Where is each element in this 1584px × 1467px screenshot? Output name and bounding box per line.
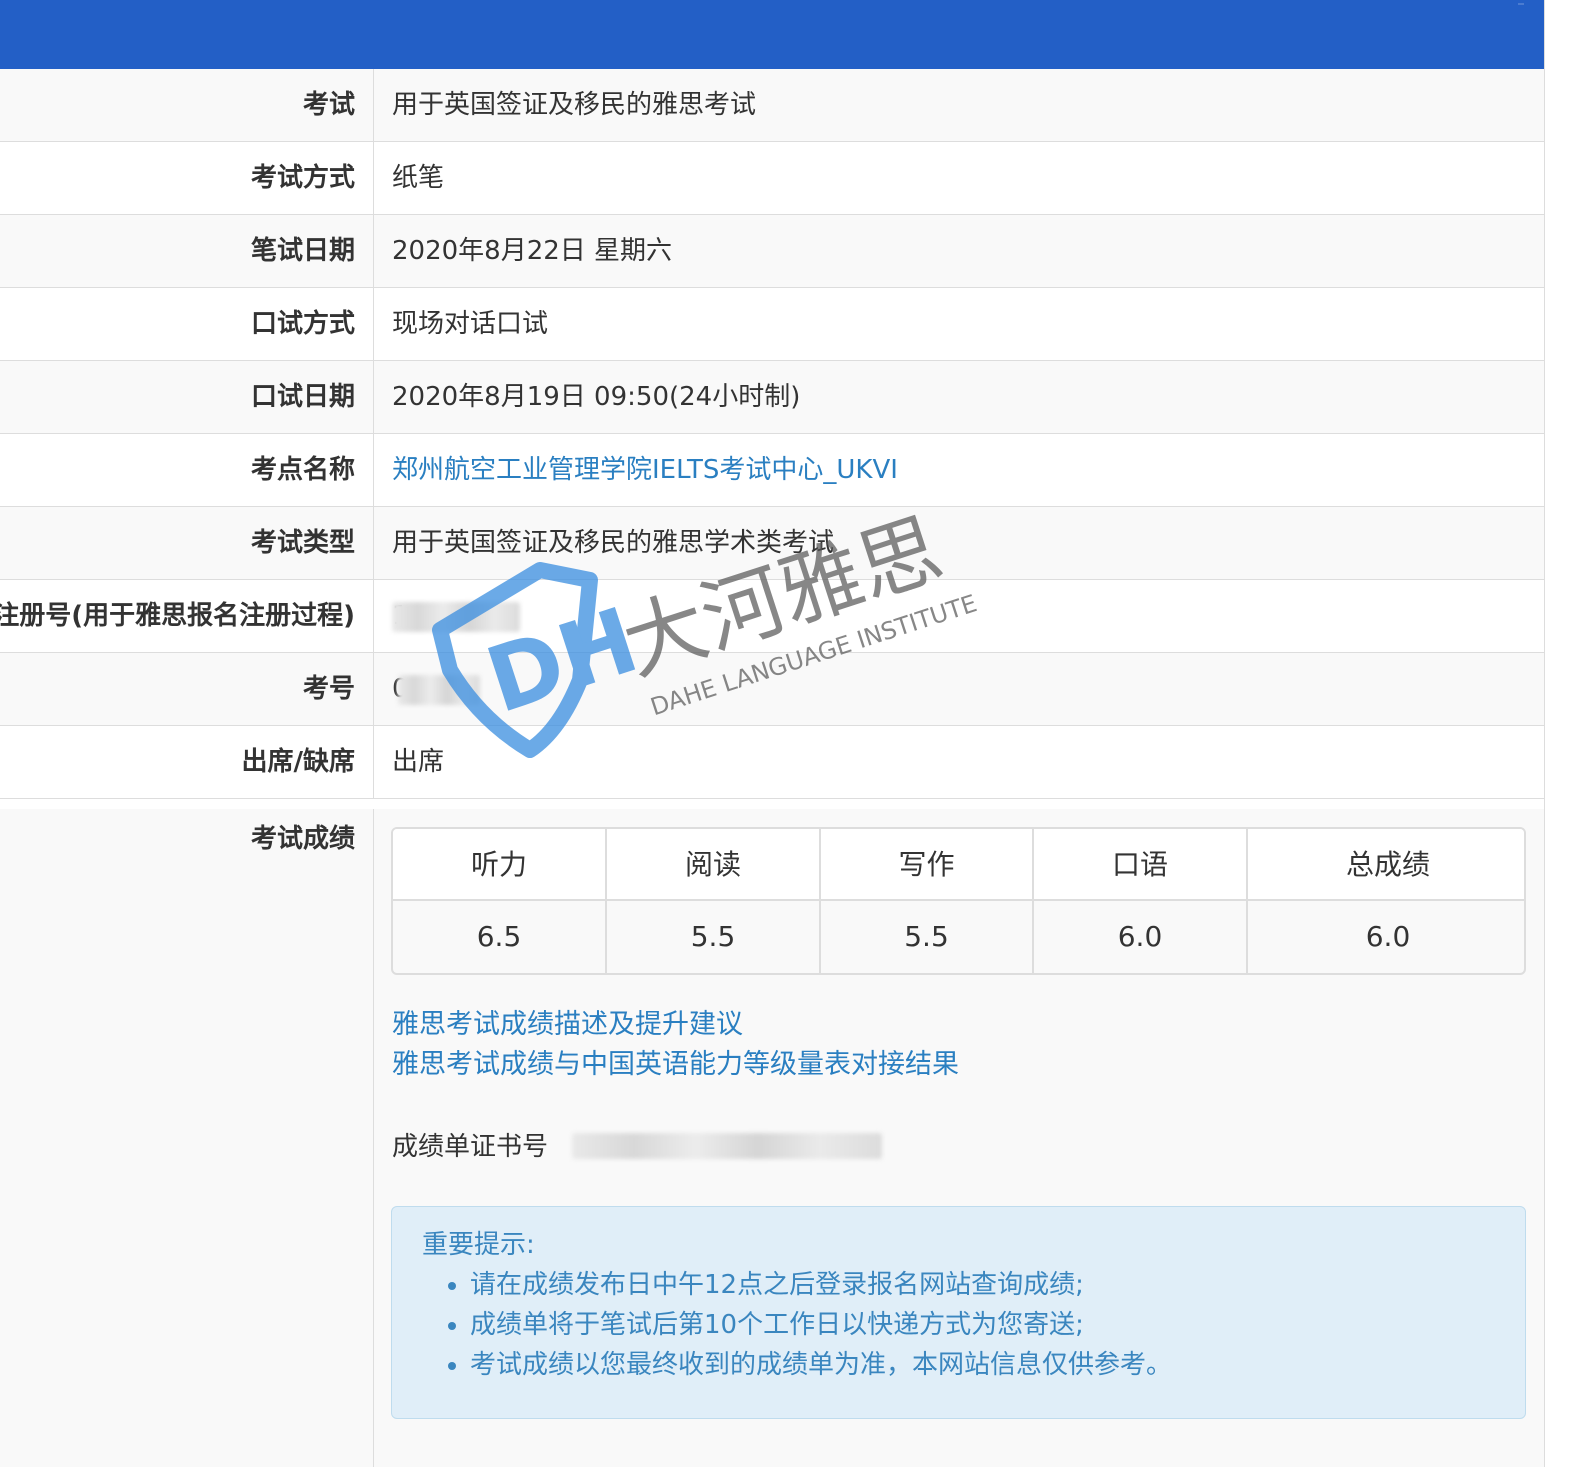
row-label: 口试日期 [0, 361, 374, 433]
row-label: 口试方式 [0, 288, 374, 360]
row-exam: 考试 用于英国签证及移民的雅思考试 [0, 69, 1544, 142]
scores-label: 考试成绩 [0, 809, 374, 1467]
row-value: 用于英国签证及移民的雅思考试 [392, 90, 757, 120]
row-label: 考号 [0, 653, 374, 725]
row-speaking-date: 口试日期 2020年8月19日 09:50(24小时制) [0, 361, 1544, 434]
row-value: 出席 [392, 747, 445, 777]
redacted-value [392, 602, 520, 632]
notice-item: 请在成绩发布日中午12点之后登录报名网站查询成绩; [470, 1265, 1172, 1305]
score-table: 听力 阅读 写作 口语 总成绩 6.5 5.5 5.5 6.0 6.0 [391, 827, 1526, 975]
score-writing: 5.5 [821, 901, 1034, 973]
redacted-certificate-number [572, 1133, 882, 1159]
test-centre-link[interactable]: 郑州航空工业管理学院IELTS考试中心_UKVI [392, 434, 898, 506]
row-scores: 考试成绩 听力 阅读 写作 口语 总成绩 6.5 5.5 5.5 6.0 6.0… [0, 809, 1544, 1467]
score-listening: 6.5 [393, 901, 607, 973]
row-label: 考试方式 [0, 142, 374, 214]
row-label: 考试 [0, 69, 374, 141]
score-table-header: 听力 阅读 写作 口语 总成绩 [393, 829, 1524, 901]
cse-alignment-link[interactable]: 雅思考试成绩与中国英语能力等级量表对接结果 [392, 1045, 959, 1085]
certificate-label: 成绩单证书号 [392, 1132, 549, 1162]
row-value: 2020年8月19日 09:50(24小时制) [392, 382, 801, 412]
certificate-number: 成绩单证书号 [392, 1127, 882, 1167]
important-notice: 重要提示: 请在成绩发布日中午12点之后登录报名网站查询成绩; 成绩单将于笔试后… [391, 1206, 1526, 1419]
result-links: 雅思考试成绩描述及提升建议 雅思考试成绩与中国英语能力等级量表对接结果 [392, 1005, 959, 1085]
row-candidate-number: 考号 0 [0, 653, 1544, 726]
redacted-value [398, 675, 480, 705]
row-label: 考试类型 [0, 507, 374, 579]
score-reading: 5.5 [607, 901, 821, 973]
row-exam-mode: 考试方式 纸笔 [0, 142, 1544, 215]
notice-list: 请在成绩发布日中午12点之后登录报名网站查询成绩; 成绩单将于笔试后第10个工作… [442, 1265, 1172, 1385]
score-table-values: 6.5 5.5 5.5 6.0 6.0 [393, 901, 1524, 973]
header-mark [1518, 3, 1524, 5]
row-exam-type: 考试类型 用于英国签证及移民的雅思学术类考试 [0, 507, 1544, 580]
header-speaking: 口语 [1034, 829, 1248, 901]
notice-item: 考试成绩以您最终收到的成绩单为准，本网站信息仅供参考。 [470, 1345, 1172, 1385]
row-label: 注册号(用于雅思报名注册过程) [0, 580, 374, 652]
header-reading: 阅读 [607, 829, 821, 901]
row-test-centre: 考点名称 郑州航空工业管理学院IELTS考试中心_UKVI [0, 434, 1544, 507]
header-listening: 听力 [393, 829, 607, 901]
row-speaking-mode: 口试方式 现场对话口试 [0, 288, 1544, 361]
notice-item: 成绩单将于笔试后第10个工作日以快递方式为您寄送; [470, 1305, 1172, 1345]
header-writing: 写作 [821, 829, 1034, 901]
row-value: 纸笔 [392, 163, 445, 193]
row-value: 用于英国签证及移民的雅思学术类考试 [392, 528, 835, 558]
row-label: 考点名称 [0, 434, 374, 506]
panel-header [0, 0, 1544, 69]
row-value: 2020年8月22日 星期六 [392, 236, 673, 266]
score-description-link[interactable]: 雅思考试成绩描述及提升建议 [392, 1005, 959, 1045]
row-value: 现场对话口试 [392, 309, 549, 339]
score-overall: 6.0 [1365, 920, 1411, 953]
score-speaking: 6.0 [1034, 901, 1248, 973]
row-label: 笔试日期 [0, 215, 374, 287]
row-written-date: 笔试日期 2020年8月22日 星期六 [0, 215, 1544, 288]
row-attendance: 出席/缺席 出席 [0, 726, 1544, 799]
header-overall: 总成绩 [1345, 848, 1430, 881]
row-registration-number: 注册号(用于雅思报名注册过程) 1 [0, 580, 1544, 653]
row-label-text: 注册号(用于雅思报名注册过程) [0, 601, 355, 631]
row-label: 出席/缺席 [0, 726, 374, 798]
notice-title: 重要提示: [422, 1230, 535, 1260]
result-panel: 考试 用于英国签证及移民的雅思考试 考试方式 纸笔 笔试日期 2020年8月22… [0, 0, 1545, 1467]
